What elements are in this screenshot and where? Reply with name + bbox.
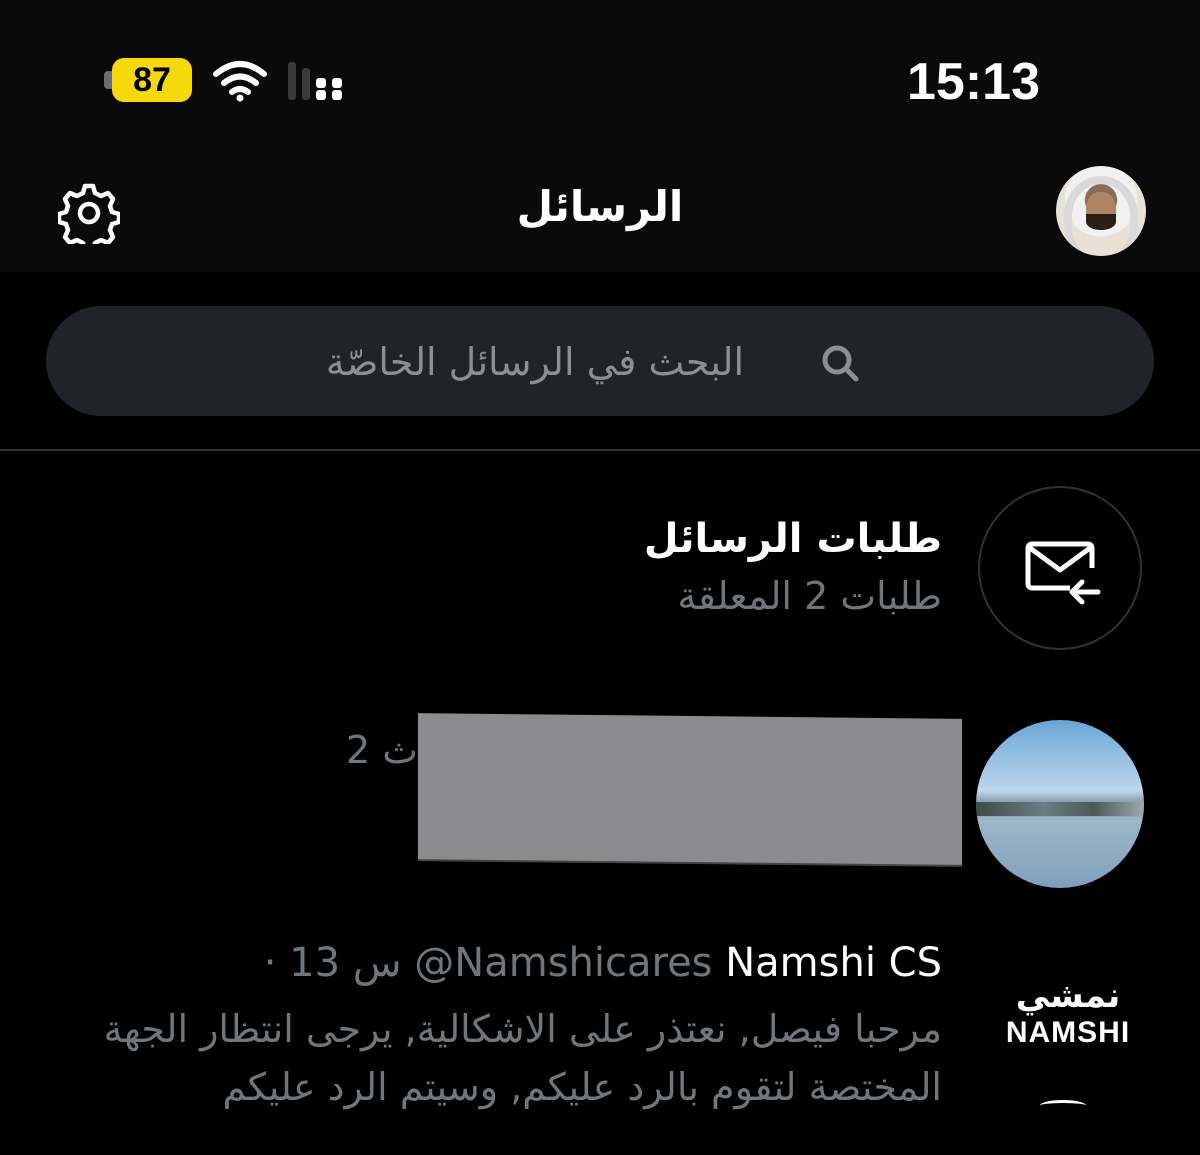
redaction-block [418, 713, 962, 865]
battery-level: 87 [112, 58, 192, 102]
profile-avatar[interactable] [1056, 166, 1146, 256]
conversation-name: Namshi CS [725, 940, 942, 986]
page-title: الرسائل [516, 182, 684, 231]
message-requests-title[interactable]: طلبات الرسائل [644, 516, 942, 562]
conversation-handle: @Namshicares [414, 940, 713, 986]
namshi-logo-avatar[interactable]: نمشي NAMSHI [988, 976, 1148, 1076]
partial-next-avatar [1040, 1100, 1086, 1111]
message-preview[interactable]: مرحبا فيصل, نعتذر على الاشكالية, يرجى ان… [42, 1000, 942, 1116]
search-icon [822, 345, 859, 382]
conversation-header[interactable]: · 13 س @Namshicares Namshi CS [264, 940, 942, 986]
battery-indicator: 87 [104, 58, 192, 102]
mail-request-icon [1025, 541, 1101, 605]
conversation-time: · 13 س [263, 940, 402, 986]
logo-arabic-text: نمشي [1015, 976, 1121, 1016]
search-placeholder: البحث في الرسائل الخاصّة [325, 340, 744, 384]
message-requests-count: طلبات 2 المعلقة [677, 574, 942, 618]
settings-gear-icon[interactable] [58, 182, 120, 244]
clock: 15:13 [907, 53, 1040, 111]
signal-icon [288, 62, 342, 100]
conversation-avatar[interactable] [976, 720, 1144, 888]
divider [0, 449, 1200, 451]
search-input[interactable]: البحث في الرسائل الخاصّة [46, 306, 1154, 416]
wifi-icon [213, 61, 267, 102]
conversation-time: 2 ث [346, 728, 419, 772]
logo-english-text: NAMSHI [1005, 1016, 1131, 1049]
